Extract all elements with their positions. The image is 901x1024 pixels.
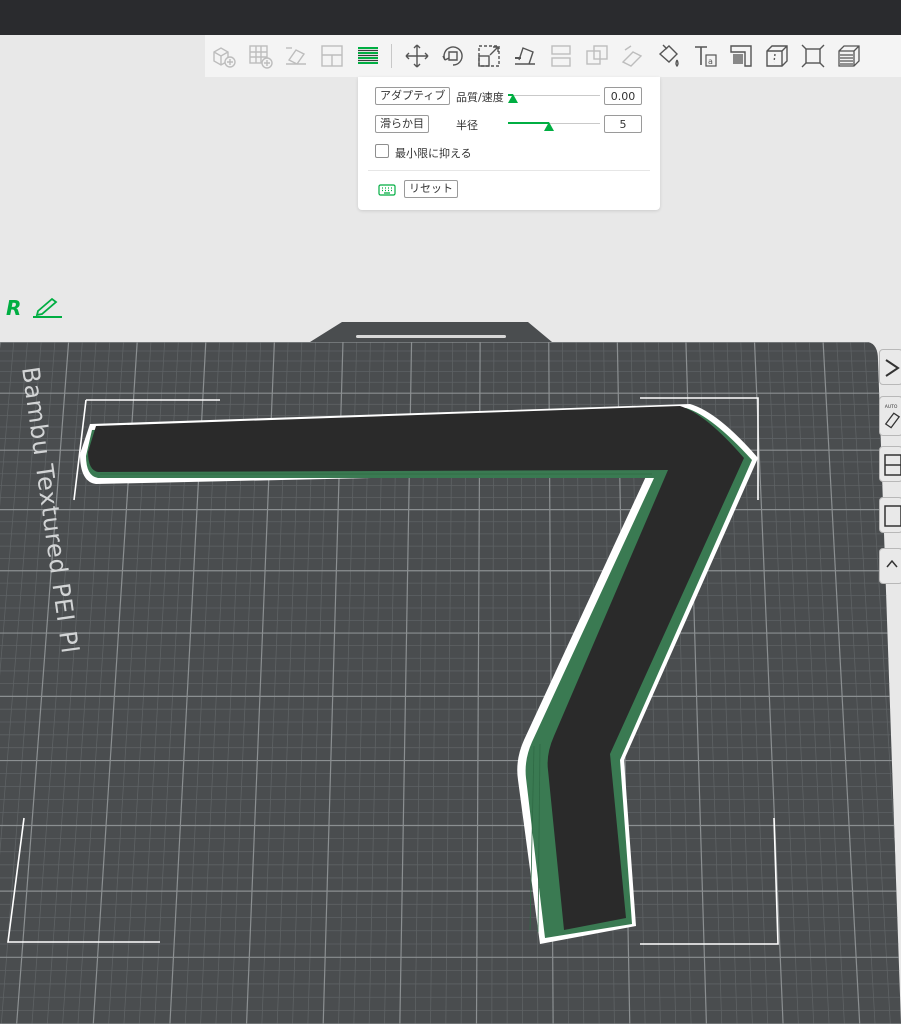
auto-orient-side-icon: AUTO xyxy=(884,404,901,429)
lock-icon xyxy=(886,559,898,568)
svg-text:AUTO: AUTO xyxy=(885,404,898,410)
arrange-side-icon xyxy=(884,454,901,476)
auto-orient-side-button[interactable]: AUTO xyxy=(879,396,901,436)
3d-viewport[interactable]: Bambu Textured PEI Pl xyxy=(0,0,901,1024)
chevron-right-icon xyxy=(885,359,900,377)
lock-side-button[interactable] xyxy=(879,548,901,584)
plate-handle xyxy=(310,322,552,342)
plate-handle-grip xyxy=(356,335,506,338)
arrange-side-button[interactable] xyxy=(879,446,901,482)
plate-settings-side-button[interactable] xyxy=(879,497,901,533)
plate-settings-icon xyxy=(884,505,901,527)
collapse-sidebar-button[interactable] xyxy=(879,349,901,385)
